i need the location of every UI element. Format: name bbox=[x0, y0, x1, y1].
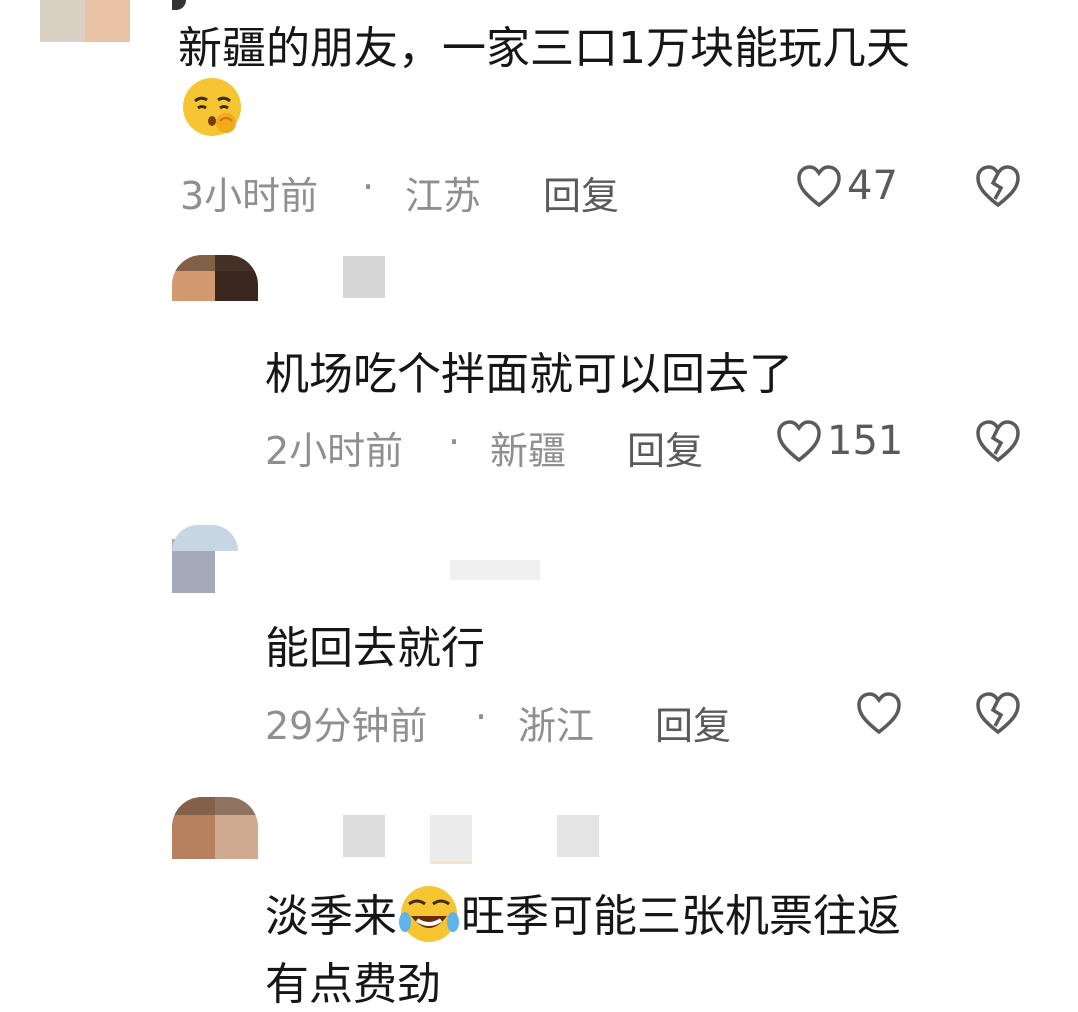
like-count: 151 bbox=[827, 418, 904, 464]
pleading-hush-face-icon bbox=[180, 75, 246, 141]
reply-button[interactable]: 回复 bbox=[627, 420, 703, 475]
broken-heart-icon bbox=[976, 692, 1020, 735]
broken-heart-icon bbox=[976, 420, 1020, 463]
username-redacted bbox=[450, 560, 540, 580]
comment-text-line1: 淡季来 旺季可能三张机票往返 bbox=[265, 880, 901, 946]
dislike-button[interactable] bbox=[974, 418, 1022, 468]
username-redacted bbox=[557, 815, 599, 857]
dot-separator: · bbox=[362, 165, 375, 209]
comment-time: 29分钟前 bbox=[265, 704, 428, 748]
dot-separator: · bbox=[448, 420, 461, 464]
like-count: 47 bbox=[847, 163, 898, 209]
broken-heart-icon bbox=[976, 165, 1020, 208]
avatar[interactable] bbox=[172, 525, 238, 593]
comment-location: 江苏 bbox=[405, 174, 482, 218]
comment-time: 2小时前 bbox=[265, 429, 404, 473]
username-redacted bbox=[430, 815, 472, 864]
username-redacted bbox=[343, 815, 385, 857]
heart-icon bbox=[797, 165, 841, 208]
username-redacted bbox=[343, 256, 385, 298]
dislike-button[interactable] bbox=[974, 690, 1022, 740]
comment-location: 浙江 bbox=[518, 704, 595, 748]
comment-text: 新疆的朋友，一家三口1万块能玩几天 bbox=[178, 23, 910, 74]
like-button[interactable]: 151 bbox=[775, 418, 903, 464]
avatar-edge bbox=[172, 0, 186, 10]
dot-separator: · bbox=[475, 695, 488, 739]
comment-text-line2: 有点费劲 bbox=[265, 959, 441, 1010]
comment-location: 新疆 bbox=[490, 429, 567, 473]
dislike-button[interactable] bbox=[974, 163, 1022, 213]
comment-text-part2: 旺季可能三张机票往返 bbox=[461, 891, 901, 942]
comment-time: 3小时前 bbox=[180, 174, 319, 218]
like-button[interactable] bbox=[855, 690, 903, 736]
like-button[interactable]: 47 bbox=[795, 163, 898, 209]
avatar[interactable] bbox=[172, 797, 258, 859]
comment-text-part1: 淡季来 bbox=[265, 891, 397, 942]
heart-icon bbox=[777, 420, 821, 463]
comment-text: 机场吃个拌面就可以回去了 bbox=[265, 349, 793, 400]
reply-button[interactable]: 回复 bbox=[655, 695, 731, 750]
avatar[interactable] bbox=[172, 255, 258, 301]
comment-text: 能回去就行 bbox=[265, 623, 485, 674]
avatar[interactable] bbox=[40, 0, 130, 42]
rolling-laughing-face-icon bbox=[397, 882, 461, 946]
heart-icon bbox=[857, 692, 901, 735]
reply-button[interactable]: 回复 bbox=[543, 165, 619, 220]
